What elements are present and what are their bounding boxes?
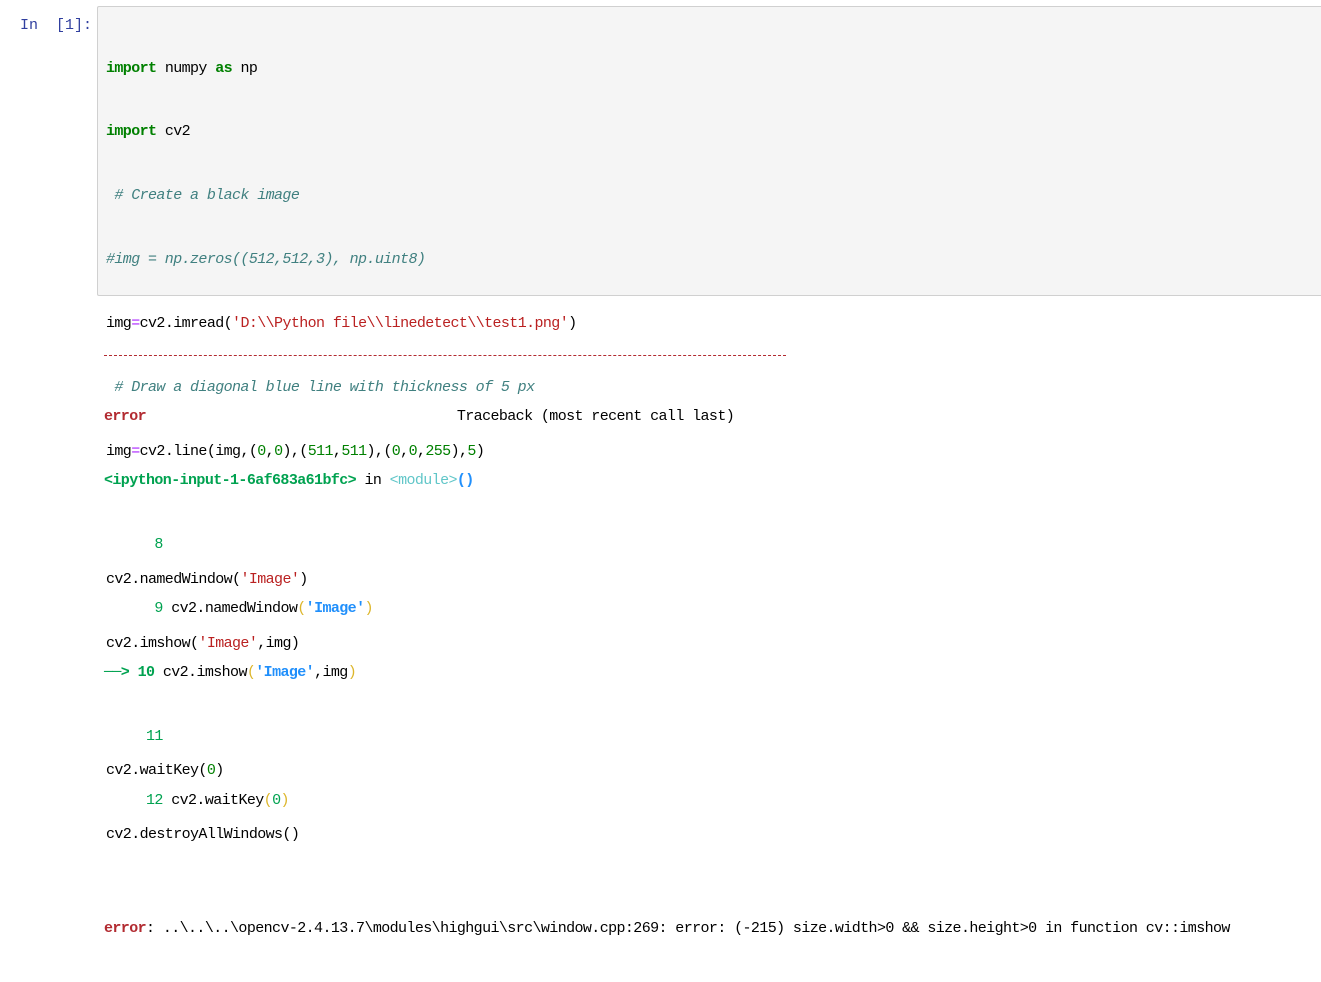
line-number: 8 (154, 536, 163, 554)
traceback-header: error Traceback (most recent call last) (104, 406, 1314, 427)
code-line: import cv2 (106, 123, 191, 141)
module-parens: () (456, 472, 474, 490)
traceback-line: 9 cv2.namedWindow('Image') (154, 600, 373, 618)
code-line: #img = np.zeros((512,512,3), np.uint8) (106, 251, 426, 269)
code-line: cv2.namedWindow('Image') (106, 570, 308, 588)
code-line: cv2.destroyAllWindows() (106, 826, 300, 844)
final-error-label: error (104, 919, 147, 937)
line-number: 10 (137, 664, 155, 682)
final-error-message: : ..\..\..\opencv-2.4.13.7\modules\highg… (146, 919, 1230, 937)
module-reference: <module> (389, 472, 458, 490)
traceback-title: Traceback (most recent call last) (456, 408, 735, 426)
code-line: cv2.imshow('Image',img) (106, 634, 300, 652)
final-error-line: error: ..\..\..\opencv-2.4.13.7\modules\… (104, 918, 1314, 939)
traceback-line: 12 cv2.waitKey(0) (146, 791, 289, 809)
in-keyword: in (364, 472, 382, 490)
code-line: # Create a black image (106, 187, 300, 205)
traceback-blank (104, 854, 1314, 875)
input-reference: <ipython-input-1-6af683a61bfc> (104, 472, 357, 490)
traceback-line-current: ──> 10 cv2.imshow('Image',img) (104, 664, 357, 682)
line-number: 12 (146, 791, 163, 809)
error-type: error (104, 408, 147, 426)
traceback-location: <ipython-input-1-6af683a61bfc> in <modul… (104, 470, 1314, 491)
traceback-line: 8 (104, 534, 1314, 555)
line-number: 9 (154, 600, 163, 618)
notebook-code-cell[interactable]: In [1]: import numpy as np import cv2 # … (0, 0, 1321, 937)
code-line: import numpy as np (106, 59, 258, 77)
code-input-area[interactable]: import numpy as np import cv2 # Create a… (97, 6, 1321, 843)
input-prompt: In [1]: (20, 17, 93, 34)
error-output-area: error Traceback (most recent call last) … (104, 300, 1314, 937)
traceback-separator (104, 343, 1314, 364)
current-line-arrow: ──> (104, 664, 130, 682)
code-line: cv2.waitKey(0) (106, 762, 224, 780)
line-number: 11 (146, 727, 163, 745)
traceback-line: 11 (104, 726, 1314, 747)
